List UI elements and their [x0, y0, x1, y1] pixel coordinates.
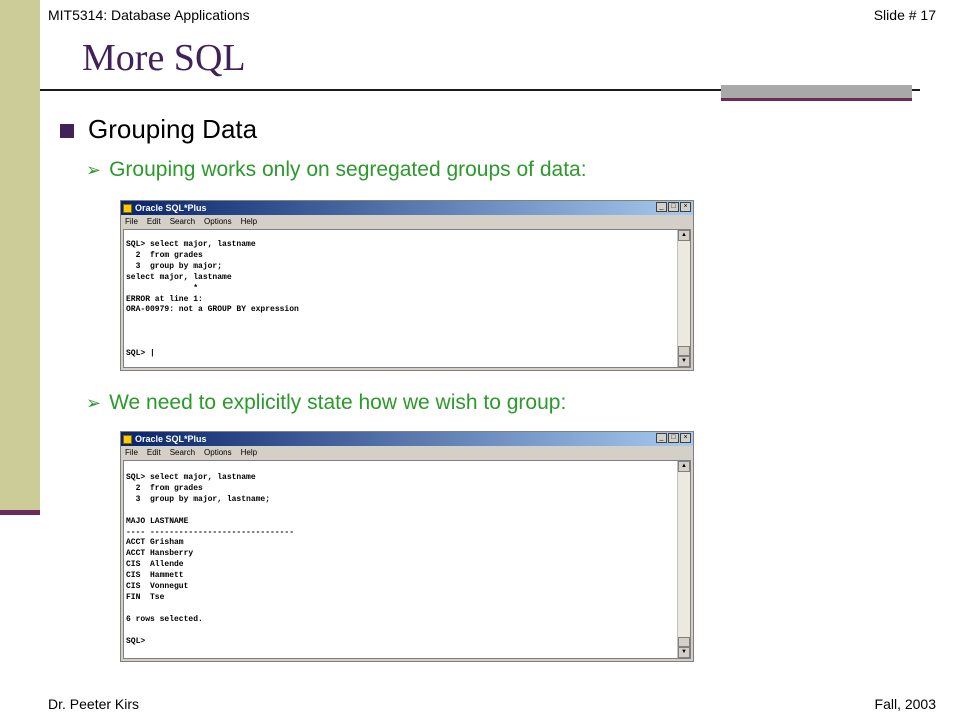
maximize-button[interactable]: □ — [668, 433, 679, 443]
footer-author: Dr. Peeter Kirs — [48, 696, 140, 712]
minimize-button[interactable]: _ — [656, 202, 667, 212]
close-button[interactable]: × — [680, 202, 691, 212]
vertical-scrollbar[interactable]: ▲ ▼ — [677, 461, 690, 658]
console-text: SQL> select major, lastname 2 from grade… — [126, 473, 295, 646]
menu-search[interactable]: Search — [170, 448, 195, 457]
scroll-up-icon[interactable]: ▲ — [678, 461, 690, 472]
menu-options[interactable]: Options — [204, 217, 232, 226]
vertical-scrollbar[interactable]: ▲ ▼ — [677, 230, 690, 367]
minimize-button[interactable]: _ — [656, 433, 667, 443]
menu-help[interactable]: Help — [241, 448, 257, 457]
scroll-down-icon[interactable]: ▼ — [678, 356, 690, 367]
menu-bar: File Edit Search Options Help — [121, 446, 693, 458]
header-course: MIT5314: Database Applications — [48, 7, 250, 23]
header-slide-number: Slide # 17 — [873, 7, 936, 23]
arrow-bullet-icon: ➢ — [86, 159, 102, 180]
window-title: Oracle SQL*Plus — [135, 203, 207, 213]
menu-search[interactable]: Search — [170, 217, 195, 226]
arrow-bullet-icon: ➢ — [86, 392, 102, 413]
bullet-sub-1: ➢ Grouping works only on segregated grou… — [86, 158, 587, 182]
window-titlebar[interactable]: Oracle SQL*Plus _ □ × — [121, 432, 693, 446]
window-controls: _ □ × — [656, 433, 691, 443]
window-controls: _ □ × — [656, 202, 691, 212]
bullet-sub-1-text: Grouping works only on segregated groups… — [109, 158, 587, 181]
sqlplus-icon — [123, 203, 132, 213]
window-title: Oracle SQL*Plus — [135, 434, 207, 444]
left-decor-bar-accent — [0, 510, 40, 515]
bullet-main: Grouping Data — [60, 114, 257, 145]
console-text: SQL> select major, lastname 2 from grade… — [126, 240, 299, 359]
menu-file[interactable]: File — [125, 217, 138, 226]
scroll-up-icon[interactable]: ▲ — [678, 230, 690, 241]
sqlplus-window-2: Oracle SQL*Plus _ □ × File Edit Search O… — [120, 431, 694, 662]
left-decor-bar — [0, 0, 40, 512]
menu-bar: File Edit Search Options Help — [121, 215, 693, 227]
bullet-sub-2-text: We need to explicitly state how we wish … — [109, 391, 567, 414]
scroll-down-icon[interactable]: ▼ — [678, 647, 690, 658]
bullet-sub-2: ➢ We need to explicitly state how we wis… — [86, 391, 566, 415]
window-titlebar[interactable]: Oracle SQL*Plus _ □ × — [121, 201, 693, 215]
maximize-button[interactable]: □ — [668, 202, 679, 212]
menu-edit[interactable]: Edit — [147, 448, 161, 457]
scroll-thumb[interactable] — [678, 346, 690, 356]
menu-help[interactable]: Help — [241, 217, 257, 226]
menu-edit[interactable]: Edit — [147, 217, 161, 226]
sqlplus-window-1: Oracle SQL*Plus _ □ × File Edit Search O… — [120, 200, 694, 371]
footer-term: Fall, 2003 — [874, 696, 936, 712]
scroll-thumb[interactable] — [678, 637, 690, 647]
console-output[interactable]: SQL> select major, lastname 2 from grade… — [123, 460, 691, 659]
menu-options[interactable]: Options — [204, 448, 232, 457]
menu-file[interactable]: File — [125, 448, 138, 457]
square-bullet-icon — [60, 123, 74, 138]
title-divider-block — [721, 85, 912, 101]
console-output[interactable]: SQL> select major, lastname 2 from grade… — [123, 229, 691, 368]
sqlplus-icon — [123, 434, 132, 444]
bullet-main-text: Grouping Data — [88, 114, 258, 144]
close-button[interactable]: × — [680, 433, 691, 443]
slide-title: More SQL — [82, 37, 246, 79]
